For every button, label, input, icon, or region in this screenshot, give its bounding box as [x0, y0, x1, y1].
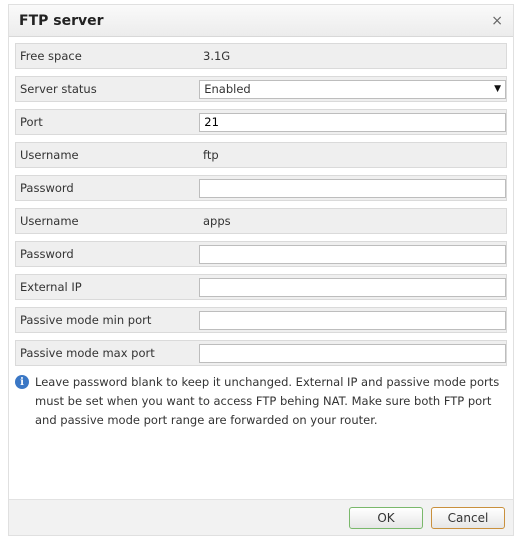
dropdown-arrow-icon: ▼: [494, 84, 501, 94]
password-input[interactable]: [199, 178, 506, 198]
passive-min-port-label: Passive mode min port: [20, 313, 152, 327]
password-label: Password: [20, 247, 74, 261]
free-space-value: 3.1G: [203, 49, 231, 63]
server-status-label: Server status: [20, 82, 97, 96]
passive-max-port-input[interactable]: [199, 343, 506, 363]
port-label: Port: [20, 115, 43, 129]
passive-max-port-label: Passive mode max port: [20, 346, 155, 360]
server-status-select[interactable]: Enabled ▼: [199, 79, 506, 99]
username-value: ftp: [203, 148, 219, 162]
row-server-status: Server status Enabled ▼: [15, 76, 507, 102]
info-note-text: Leave password blank to keep it unchange…: [35, 375, 500, 427]
row-password-apps: Password: [15, 241, 507, 267]
row-port: Port: [15, 109, 507, 135]
ok-button[interactable]: OK: [349, 506, 423, 529]
row-free-space: Free space 3.1G: [15, 43, 507, 69]
external-ip-input[interactable]: [199, 277, 506, 297]
external-ip-label: External IP: [20, 280, 82, 294]
port-input[interactable]: [199, 112, 506, 132]
password-input[interactable]: [199, 244, 506, 264]
close-icon[interactable]: ×: [491, 14, 503, 28]
dialog-titlebar: FTP server ×: [9, 5, 513, 37]
row-external-ip: External IP: [15, 274, 507, 300]
passive-min-port-input[interactable]: [199, 310, 506, 330]
row-passive-max: Passive mode max port: [15, 340, 507, 366]
password-label: Password: [20, 181, 74, 195]
row-passive-min: Passive mode min port: [15, 307, 507, 333]
row-username-apps: Username apps: [15, 208, 507, 234]
ftp-server-dialog: FTP server × Free space 3.1G Server stat…: [8, 4, 514, 536]
dialog-footer: OK Cancel: [9, 499, 513, 535]
username-label: Username: [20, 214, 79, 228]
info-note: i Leave password blank to keep it unchan…: [15, 373, 503, 430]
info-icon: i: [15, 375, 29, 389]
username-value: apps: [203, 214, 231, 228]
username-label: Username: [20, 148, 79, 162]
row-password-ftp: Password: [15, 175, 507, 201]
cancel-button[interactable]: Cancel: [431, 506, 505, 529]
row-username-ftp: Username ftp: [15, 142, 507, 168]
dialog-title: FTP server: [19, 12, 104, 29]
server-status-value: Enabled: [204, 82, 251, 96]
form-rows: Free space 3.1G Server status Enabled ▼ …: [9, 37, 513, 366]
free-space-label: Free space: [20, 49, 82, 63]
